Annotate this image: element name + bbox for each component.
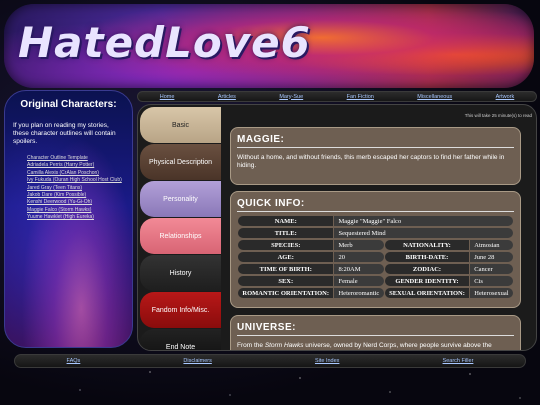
title-value: Sequestered Mind xyxy=(334,228,513,238)
tab-relationships[interactable]: Relationships xyxy=(140,218,221,254)
table-row: NAME: Maggie "Maggie" Falco xyxy=(238,216,513,226)
maggie-heading: MAGGIE: xyxy=(237,134,285,145)
universe-text-pre: From the xyxy=(237,342,265,349)
nav-articles[interactable]: Articles xyxy=(218,94,236,100)
bottom-nav: FAQs Disclaimers Site Index Search Fille… xyxy=(14,354,526,368)
character-link[interactable]: Jakob Dare (Kim Possible) xyxy=(27,192,124,199)
tab-physical-description[interactable]: Physical Description xyxy=(140,144,221,180)
heading-divider xyxy=(237,335,514,336)
character-link[interactable]: Yuume Hawklet (High Eureka) xyxy=(27,214,124,221)
table-row: TITLE: Sequestered Mind xyxy=(238,228,513,238)
romantic-value: Heteroromantic xyxy=(334,288,384,298)
universe-text: From the Storm Hawks universe, owned by … xyxy=(237,342,514,350)
tab-fandom-info[interactable]: Fandom Info/Misc. xyxy=(140,292,221,328)
site-title[interactable]: HatedLove6 xyxy=(18,18,311,67)
gender-value: Cis xyxy=(470,276,513,286)
tab-basic[interactable]: Basic xyxy=(140,107,221,143)
table-row: SEX: Female GENDER IDENTITY: Cis xyxy=(238,276,513,286)
tab-history[interactable]: History xyxy=(140,255,221,291)
nav-faqs[interactable]: FAQs xyxy=(67,358,81,364)
sex-value: Female xyxy=(334,276,384,286)
sidebar: Original Characters: If you plan on read… xyxy=(4,90,133,348)
name-label: NAME: xyxy=(238,216,334,226)
sidebar-heading: Original Characters: xyxy=(20,99,117,110)
nationality-label: NATIONALITY: xyxy=(384,240,470,250)
zodiac-value: Cancer xyxy=(470,264,513,274)
site-banner: HatedLove6 xyxy=(4,4,534,88)
birthdate-value: June 28 xyxy=(470,252,513,262)
top-nav: Home Articles Mary-Sue Fan Fiction Misce… xyxy=(137,91,537,102)
main-frame: Basic Physical Description Personality R… xyxy=(137,104,537,351)
quick-info-table: NAME: Maggie "Maggie" Falco TITLE: Seque… xyxy=(237,214,514,300)
nationality-value: Atmosian xyxy=(470,240,513,250)
character-link[interactable]: Adriadela Perris (Harry Potter) xyxy=(27,162,124,169)
birthdate-label: BIRTH-DATE: xyxy=(384,252,470,262)
quick-info-heading: QUICK INFO: xyxy=(237,198,305,209)
nav-site-index[interactable]: Site Index xyxy=(315,358,339,364)
nav-fan-fiction[interactable]: Fan Fiction xyxy=(347,94,374,100)
character-link[interactable]: Maggie Falco (Storm Hawks) xyxy=(27,207,124,214)
romantic-label: ROMANTIC ORIENTATION: xyxy=(238,288,334,298)
sexual-value: Heterosexual xyxy=(470,288,513,298)
nav-mary-sue[interactable]: Mary-Sue xyxy=(279,94,303,100)
character-link[interactable]: Camilla Alexis (CrAlan Poschon) xyxy=(27,170,124,177)
name-value: Maggie "Maggie" Falco xyxy=(334,216,513,226)
read-time: This will take 25 minute(s) to read xyxy=(464,113,532,118)
age-value: 20 xyxy=(334,252,384,262)
nav-artwork[interactable]: Artwork xyxy=(496,94,515,100)
gender-label: GENDER IDENTITY: xyxy=(384,276,470,286)
birthtime-label: TIME OF BIRTH: xyxy=(238,264,334,274)
universe-text-post: universe, owned by Nerd Corps, where peo… xyxy=(303,342,492,349)
character-list: Character Outline Template Adriadela Per… xyxy=(13,155,124,222)
nav-disclaimers[interactable]: Disclaimers xyxy=(183,358,211,364)
nav-search-filler[interactable]: Search Filler xyxy=(443,358,474,364)
sidebar-warning: If you plan on reading my stories, these… xyxy=(13,122,116,145)
heading-divider xyxy=(237,211,514,212)
table-row: SPECIES: Merb NATIONALITY: Atmosian xyxy=(238,240,513,250)
maggie-summary: Without a home, and without friends, thi… xyxy=(237,154,505,169)
character-link[interactable]: Ivy Fukuda (Ouran High School Host Club) xyxy=(27,177,124,184)
content-panel: This will take 25 minute(s) to read MAGG… xyxy=(224,107,534,350)
character-link[interactable]: Jared Gray (Teen Titans) xyxy=(27,185,124,192)
universe-fandom: Storm Hawks xyxy=(264,342,304,349)
heading-divider xyxy=(237,147,514,148)
species-value: Merb xyxy=(334,240,384,250)
tab-personality[interactable]: Personality xyxy=(140,181,221,217)
species-label: SPECIES: xyxy=(238,240,334,250)
character-link[interactable]: Character Outline Template xyxy=(27,155,124,162)
zodiac-label: ZODIAC: xyxy=(384,264,470,274)
maggie-card: MAGGIE: Without a home, and without frie… xyxy=(230,127,521,185)
age-label: AGE: xyxy=(238,252,334,262)
table-row: TIME OF BIRTH: 8:20AM ZODIAC: Cancer xyxy=(238,264,513,274)
tab-list: Basic Physical Description Personality R… xyxy=(140,107,221,350)
table-row: AGE: 20 BIRTH-DATE: June 28 xyxy=(238,252,513,262)
nav-home[interactable]: Home xyxy=(160,94,175,100)
sex-label: SEX: xyxy=(238,276,334,286)
tab-end-note[interactable]: End Note xyxy=(140,329,221,350)
quick-info-card: QUICK INFO: NAME: Maggie "Maggie" Falco … xyxy=(230,191,521,308)
sexual-label: SEXUAL ORIENTATION: xyxy=(384,288,470,298)
birthtime-value: 8:20AM xyxy=(334,264,384,274)
universe-heading: UNIVERSE: xyxy=(237,322,296,333)
table-row: ROMANTIC ORIENTATION: Heteroromantic SEX… xyxy=(238,288,513,298)
nav-miscellaneous[interactable]: Miscellaneous xyxy=(417,94,452,100)
title-label: TITLE: xyxy=(238,228,334,238)
universe-card: UNIVERSE: From the Storm Hawks universe,… xyxy=(230,315,521,350)
character-link[interactable]: Kenshi Deerwood (Yu-Gi-Oh) xyxy=(27,199,124,206)
